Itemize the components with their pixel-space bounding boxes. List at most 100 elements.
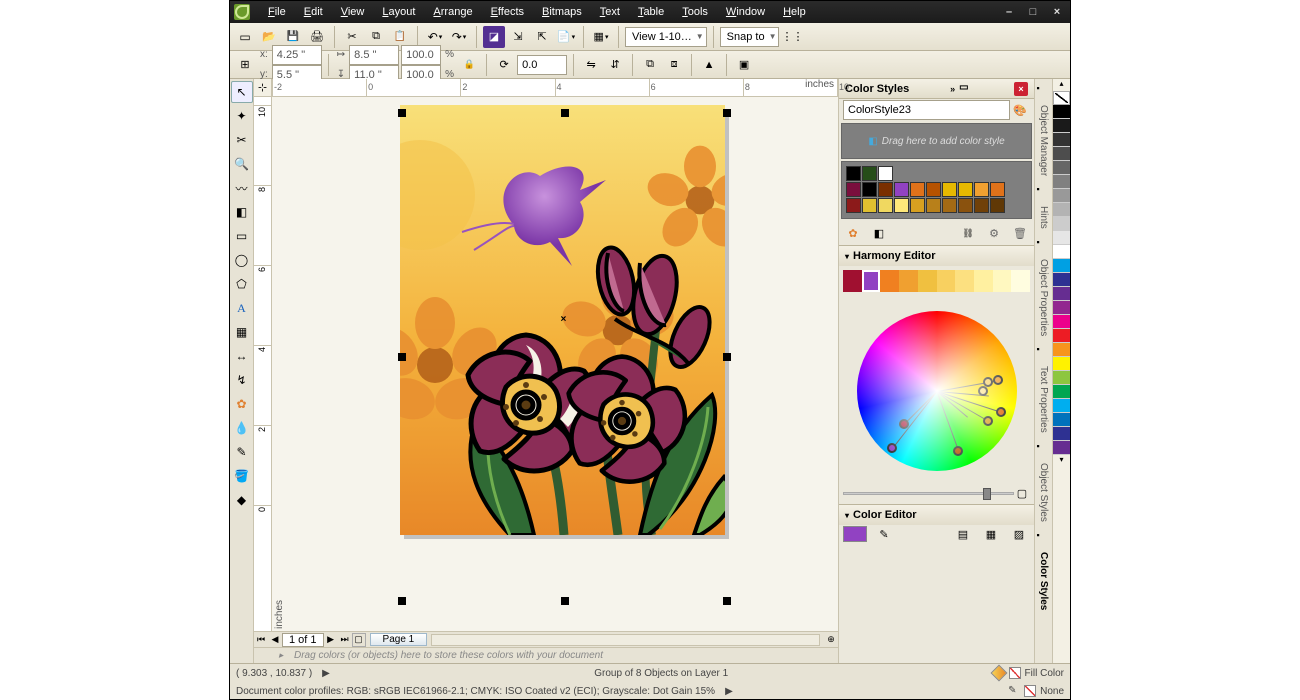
fill-swatch-icon[interactable]: [990, 665, 1007, 682]
canvas[interactable]: × inches: [272, 97, 838, 631]
harmony-swatch[interactable]: [955, 270, 974, 292]
menu-file[interactable]: File: [260, 4, 294, 20]
close-button[interactable]: ×: [1048, 6, 1066, 18]
first-page-button[interactable]: ⏮: [254, 633, 268, 647]
export-button[interactable]: ⇱: [531, 26, 553, 48]
color-palettes-button[interactable]: ▨: [1008, 523, 1030, 545]
mirror-h-button[interactable]: ⇋: [580, 54, 602, 76]
undock-button[interactable]: ▭: [959, 82, 973, 96]
color-style-swatch[interactable]: [990, 198, 1005, 213]
harmony-swatch[interactable]: [993, 270, 1012, 292]
harmony-swatch[interactable]: [862, 270, 881, 292]
color-wheel[interactable]: [857, 311, 1017, 471]
handle-bm[interactable]: [561, 597, 569, 605]
color-style-swatch[interactable]: [958, 198, 973, 213]
color-style-swatch[interactable]: [878, 182, 893, 197]
zoom-tool[interactable]: 🔍: [231, 153, 253, 175]
delete-style-button[interactable]: [1010, 223, 1030, 243]
color-style-name-field[interactable]: ColorStyle23: [843, 100, 1010, 120]
harmony-marker[interactable]: [887, 443, 897, 453]
palette-swatch[interactable]: [1053, 259, 1070, 273]
interactive-fill-tool[interactable]: ◆: [231, 489, 253, 511]
dimension-tool[interactable]: ↔: [231, 345, 253, 367]
harmony-strip[interactable]: [843, 270, 1030, 292]
palette-scroll-up[interactable]: ▴: [1053, 79, 1070, 91]
handle-ml[interactable]: [398, 353, 406, 361]
harmony-swatch[interactable]: [843, 270, 862, 292]
horizontal-scrollbar[interactable]: [431, 634, 820, 646]
docker-tab-icon[interactable]: ▪: [1037, 237, 1051, 251]
rotation-field[interactable]: 0.0: [517, 55, 567, 75]
color-style-swatch[interactable]: [878, 166, 893, 181]
harmony-marker[interactable]: [993, 375, 1003, 385]
publish-pdf-button[interactable]: 📄: [555, 26, 577, 48]
color-style-swatch[interactable]: [862, 166, 877, 181]
harmony-marker[interactable]: [953, 446, 963, 456]
color-style-swatch[interactable]: [942, 182, 957, 197]
menu-effects[interactable]: Effects: [483, 4, 532, 20]
eyedropper-tool[interactable]: 💧: [231, 417, 253, 439]
new-button[interactable]: [234, 26, 256, 48]
color-sliders-button[interactable]: ▦: [980, 523, 1002, 545]
menu-edit[interactable]: Edit: [296, 4, 331, 20]
mirror-v-button[interactable]: ⇵: [604, 54, 626, 76]
harmony-swatch[interactable]: [937, 270, 956, 292]
pick-tool[interactable]: ↖: [231, 81, 253, 103]
harmony-swatch[interactable]: [974, 270, 993, 292]
harmony-swatch[interactable]: [1011, 270, 1030, 292]
color-style-drop-zone[interactable]: ◧ Drag here to add color style: [841, 123, 1032, 159]
menu-arrange[interactable]: Arrange: [425, 4, 480, 20]
handle-tm[interactable]: [561, 109, 569, 117]
menu-text[interactable]: Text: [592, 4, 628, 20]
import-button[interactable]: ⇲: [507, 26, 529, 48]
status-next-button-2[interactable]: ▶: [725, 686, 733, 697]
width-field[interactable]: 8.5 ": [349, 45, 399, 65]
smart-fill-tool[interactable]: ◧: [231, 201, 253, 223]
page-tab[interactable]: Page 1: [370, 633, 428, 646]
palette-swatch[interactable]: [1053, 147, 1070, 161]
palette-swatch[interactable]: [1053, 385, 1070, 399]
interactive-tool[interactable]: ✿: [231, 393, 253, 415]
menu-window[interactable]: Window: [718, 4, 773, 20]
palette-swatch[interactable]: [1053, 273, 1070, 287]
palette-swatch[interactable]: [1053, 133, 1070, 147]
palette-swatch[interactable]: [1053, 119, 1070, 133]
color-style-swatch[interactable]: [894, 182, 909, 197]
color-style-swatch[interactable]: [862, 182, 877, 197]
to-front-button[interactable]: ▲: [698, 54, 720, 76]
color-editor-header[interactable]: Color Editor: [839, 505, 1034, 525]
docker-tab-icon[interactable]: ▪: [1037, 184, 1051, 198]
collapse-docker-button[interactable]: »: [950, 84, 955, 94]
zoom-combo[interactable]: View 1-10…▼: [625, 27, 707, 47]
palette-swatch[interactable]: [1053, 315, 1070, 329]
no-color-swatch[interactable]: [1053, 91, 1070, 105]
color-style-swatch[interactable]: [910, 198, 925, 213]
menu-layout[interactable]: Layout: [374, 4, 423, 20]
harmony-marker[interactable]: [983, 416, 993, 426]
page-indicator[interactable]: 1 of 1: [282, 633, 324, 647]
outline-tool[interactable]: ✎: [231, 441, 253, 463]
palette-swatch[interactable]: [1053, 105, 1070, 119]
docker-tab-object-manager[interactable]: Object Manager: [1038, 99, 1049, 182]
color-style-swatch[interactable]: [958, 182, 973, 197]
harmony-marker[interactable]: [899, 419, 909, 429]
style-options-button[interactable]: [984, 223, 1004, 243]
color-style-swatch[interactable]: [878, 198, 893, 213]
freehand-tool[interactable]: 〰: [231, 177, 253, 199]
next-page-button[interactable]: ▶: [324, 633, 338, 647]
color-style-swatch[interactable]: [926, 182, 941, 197]
snap-to-combo[interactable]: Snap to▼: [720, 27, 780, 47]
color-style-swatch[interactable]: [926, 198, 941, 213]
new-style-button[interactable]: ✿: [843, 223, 863, 243]
new-color-style-button[interactable]: 🎨: [1010, 99, 1030, 121]
palette-swatch[interactable]: [1053, 357, 1070, 371]
harmony-editor-header[interactable]: Harmony Editor: [839, 246, 1034, 266]
lock-ratio-button[interactable]: [458, 54, 480, 76]
handle-br[interactable]: [723, 597, 731, 605]
document-palette[interactable]: ▸ Drag colors (or objects) here to store…: [254, 647, 838, 663]
color-style-swatch[interactable]: [974, 182, 989, 197]
handle-bl[interactable]: [398, 597, 406, 605]
x-position-field[interactable]: 4.25 ": [272, 45, 322, 65]
harmony-marker[interactable]: [983, 377, 993, 387]
palette-swatch[interactable]: [1053, 427, 1070, 441]
